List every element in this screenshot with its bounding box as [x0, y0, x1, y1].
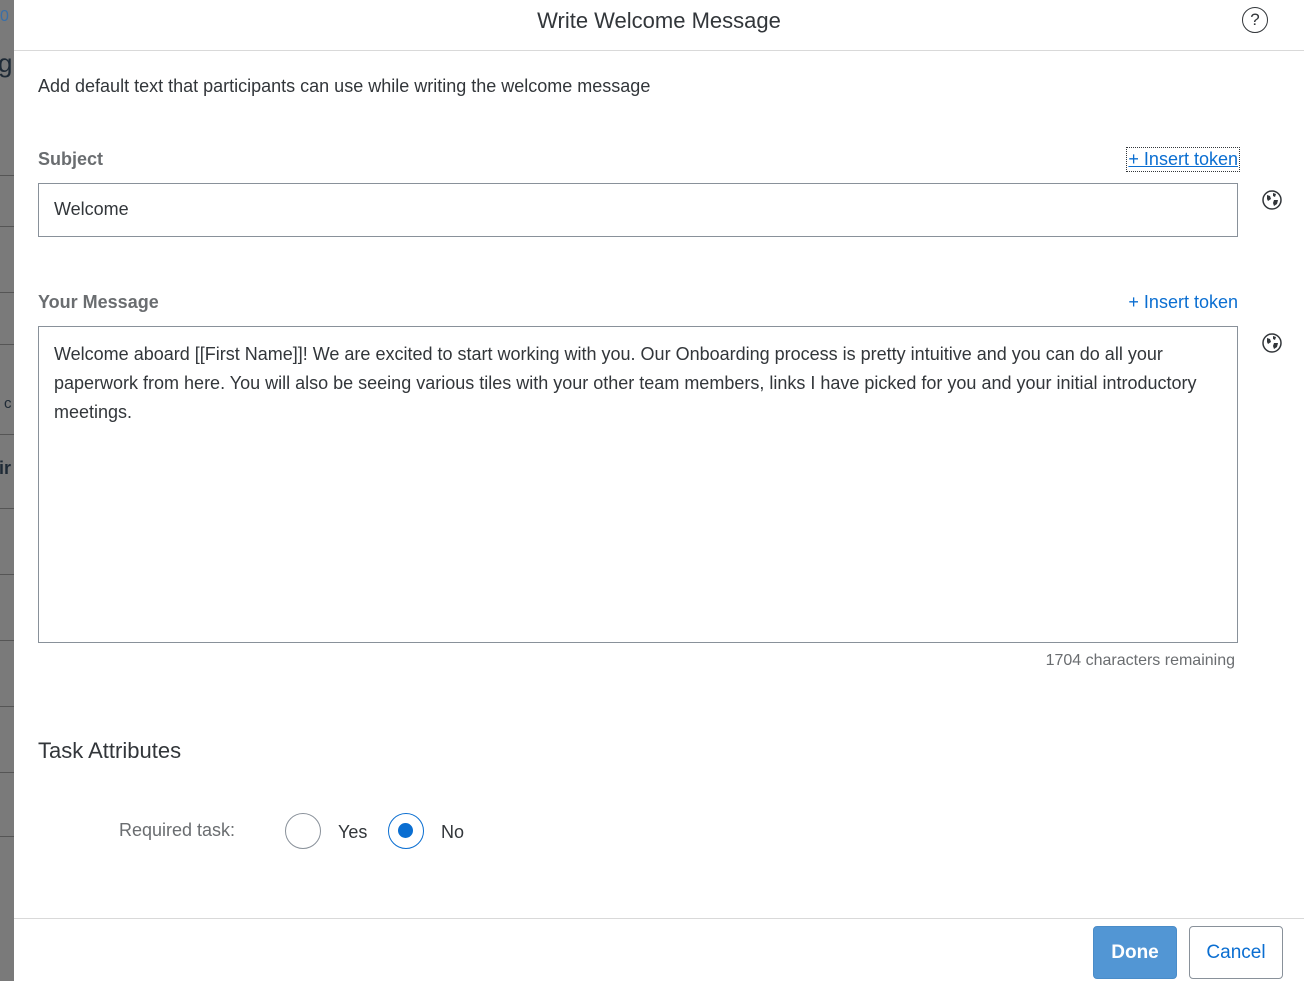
subject-label: Subject	[38, 149, 104, 169]
background-fragment: 0	[0, 8, 9, 25]
message-insert-token-link[interactable]: + Insert token	[1128, 292, 1238, 313]
message-label: Your Message	[38, 292, 159, 312]
required-yes-label[interactable]: Yes	[338, 822, 367, 843]
globe-icon[interactable]	[1261, 332, 1283, 354]
characters-remaining: 1704 characters remaining	[1045, 652, 1235, 669]
globe-icon[interactable]	[1261, 189, 1283, 211]
required-no-radio[interactable]	[388, 813, 424, 849]
subject-input[interactable]: Welcome	[38, 183, 1238, 237]
dialog-header: Write Welcome Message ?	[14, 0, 1304, 51]
required-task-label: Required task:	[119, 820, 236, 840]
background-fragment: c	[4, 395, 12, 412]
cancel-button[interactable]: Cancel	[1189, 926, 1283, 979]
required-no-label[interactable]: No	[441, 822, 464, 843]
required-yes-radio[interactable]	[285, 813, 321, 849]
welcome-message-dialog: Write Welcome Message ? Add default text…	[14, 0, 1304, 981]
background-fragment: ir	[0, 458, 12, 478]
done-button[interactable]: Done	[1093, 926, 1177, 979]
dialog-title: Write Welcome Message	[537, 8, 781, 33]
background-fragment: g	[0, 48, 13, 78]
dialog-description: Add default text that participants can u…	[38, 76, 651, 96]
background-page: 0 g c ir	[0, 0, 14, 981]
task-attributes-title: Task Attributes	[38, 738, 182, 763]
dialog-footer: Done Cancel	[14, 918, 1304, 981]
subject-insert-token-link[interactable]: + Insert token	[1126, 147, 1240, 172]
message-textarea[interactable]: Welcome aboard [[First Name]]! We are ex…	[38, 326, 1238, 643]
question-mark-icon[interactable]: ?	[1242, 7, 1268, 33]
